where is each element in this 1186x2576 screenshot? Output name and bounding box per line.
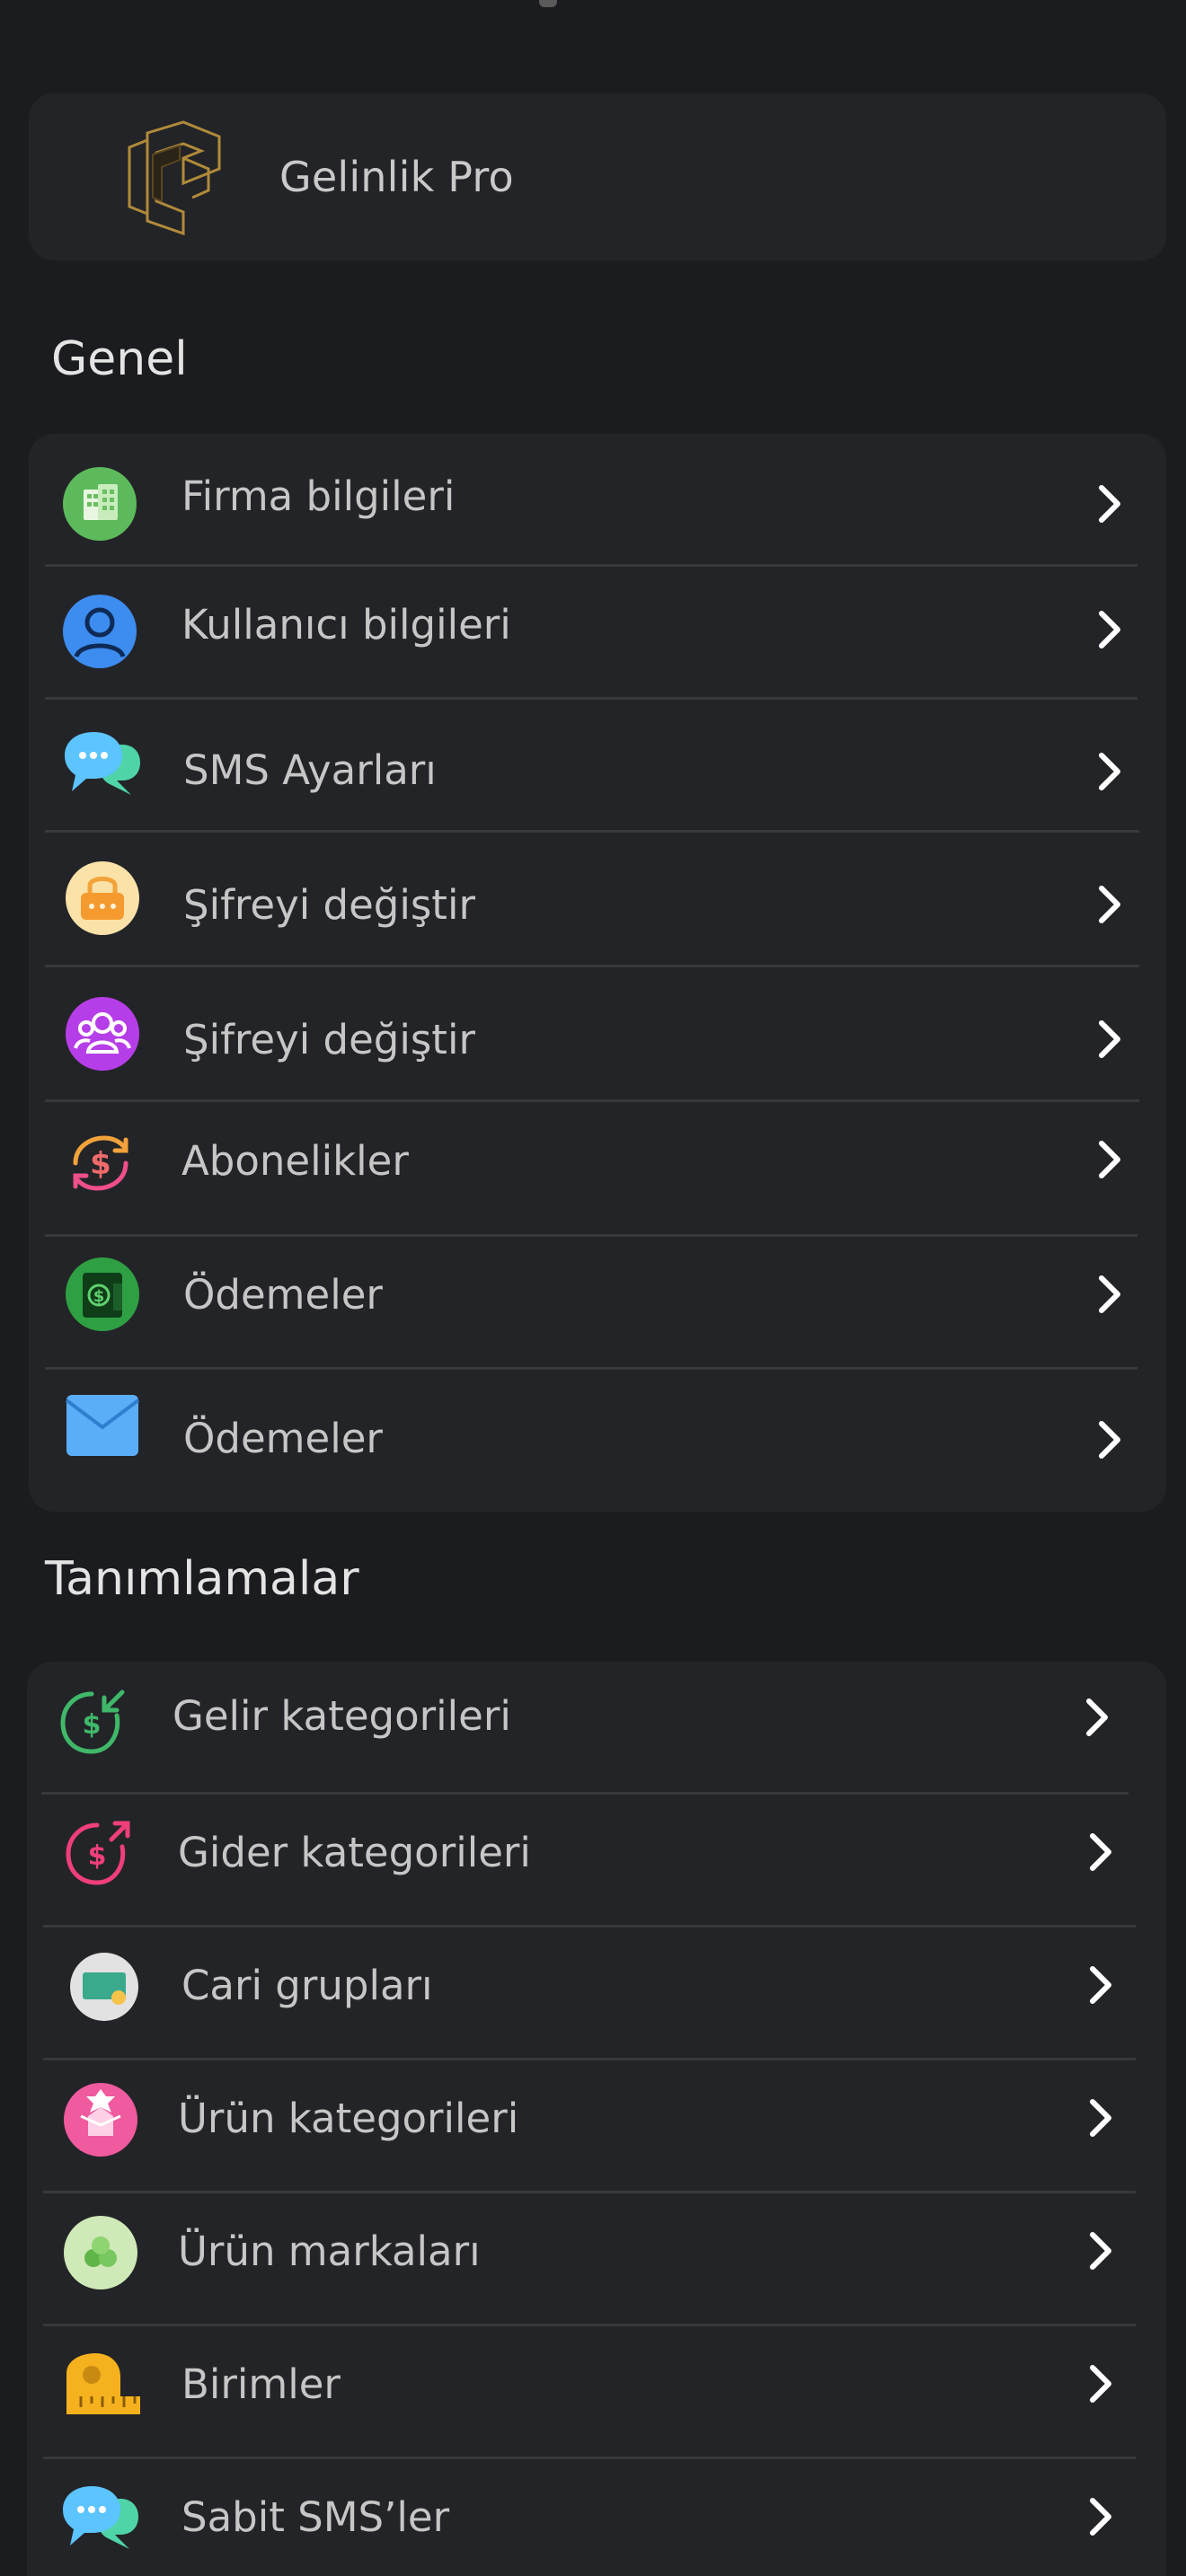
- income-icon: $: [60, 1689, 125, 1754]
- menu-item-change-password[interactable]: Şifreyi değiştir: [29, 834, 1166, 967]
- status-indicator: [539, 0, 557, 7]
- menu-item-product-categories[interactable]: Ürün kategorileri: [27, 2060, 1166, 2193]
- menu-item-label: Abonelikler: [181, 1137, 409, 1185]
- expense-icon: $: [66, 1821, 130, 1885]
- menu-item-payments[interactable]: $ Ödemeler: [29, 1237, 1166, 1370]
- mail-icon: [65, 1395, 140, 1456]
- menu-item-user-info[interactable]: Kullanıcı bilgileri: [29, 567, 1166, 700]
- svg-text:$: $: [83, 1709, 102, 1741]
- svg-text:$: $: [88, 1840, 107, 1872]
- users-icon: [66, 997, 139, 1071]
- brand-icon: [64, 2216, 137, 2289]
- svg-text:$: $: [93, 1287, 105, 1306]
- menu-item-label: Ödemeler: [183, 1415, 383, 1462]
- chevron-right-icon: [1090, 1966, 1111, 2004]
- general-settings-card: Firma bilgileri Kullanıcı bilgileri SMS …: [29, 434, 1166, 1512]
- chevron-right-icon: [1099, 485, 1120, 523]
- section-title-genel: Genel: [51, 332, 188, 386]
- menu-item-label: SMS Ayarları: [183, 746, 437, 794]
- chevron-right-icon: [1086, 1698, 1108, 1736]
- menu-item-subscriptions[interactable]: $ Abonelikler: [29, 1104, 1166, 1237]
- menu-item-label: Cari grupları: [181, 1962, 433, 2009]
- chevron-right-icon: [1099, 886, 1120, 923]
- menu-item-label: Gelir kategorileri: [173, 1692, 511, 1740]
- measure-tape-icon: [66, 2353, 140, 2414]
- card-icon: [70, 1953, 138, 2021]
- svg-text:$: $: [90, 1146, 111, 1182]
- menu-item-label: Şifreyi değiştir: [183, 881, 475, 929]
- chevron-right-icon: [1099, 611, 1120, 648]
- menu-item-label: Ürün markaları: [178, 2228, 481, 2275]
- chevron-right-icon: [1099, 753, 1120, 790]
- chevron-right-icon: [1090, 2365, 1111, 2403]
- menu-item-label: Kullanıcı bilgileri: [181, 601, 511, 648]
- chevron-right-icon: [1090, 2099, 1111, 2137]
- menu-item-sms-settings[interactable]: SMS Ayarları: [29, 700, 1166, 833]
- menu-item-label: Gider kategorileri: [178, 1829, 531, 1876]
- menu-item-fixed-sms[interactable]: Sabit SMS’ler: [27, 2459, 1166, 2576]
- chevron-right-icon: [1099, 1275, 1120, 1313]
- menu-item-account-groups[interactable]: Cari grupları: [27, 1928, 1166, 2060]
- menu-item-payments-mail[interactable]: Ödemeler: [29, 1370, 1166, 1512]
- menu-item-company-info[interactable]: Firma bilgileri: [29, 434, 1166, 567]
- menu-item-label: Ödemeler: [183, 1271, 383, 1319]
- definitions-card: $ Gelir kategorileri $ Gider kategoriler…: [27, 1662, 1166, 2576]
- menu-item-expense-categories[interactable]: $ Gider kategorileri: [27, 1795, 1166, 1928]
- chevron-right-icon: [1090, 1833, 1111, 1871]
- chevron-right-icon: [1090, 2232, 1111, 2270]
- building-icon: [63, 467, 137, 541]
- user-icon: [63, 595, 137, 668]
- chat-bubble-icon: [63, 2486, 138, 2549]
- menu-item-units[interactable]: Birimler: [27, 2326, 1166, 2459]
- subscription-icon: $: [73, 1135, 128, 1191]
- divider: [45, 830, 1139, 833]
- menu-item-label: Sabit SMS’ler: [181, 2493, 450, 2541]
- gift-box-icon: [64, 2083, 137, 2157]
- menu-item-label: Ürün kategorileri: [178, 2095, 519, 2142]
- chevron-right-icon: [1099, 1141, 1120, 1178]
- brand-card[interactable]: Gelinlik Pro: [29, 93, 1166, 260]
- menu-item-income-categories[interactable]: $ Gelir kategorileri: [27, 1662, 1166, 1795]
- section-title-tanimlamalar: Tanımlamalar: [45, 1552, 359, 1606]
- divider: [45, 965, 1139, 967]
- menu-item-change-password-users[interactable]: Şifreyi değiştir: [29, 969, 1166, 1102]
- divider: [45, 1099, 1139, 1102]
- menu-item-product-brands[interactable]: Ürün markaları: [27, 2193, 1166, 2326]
- chat-bubble-icon: [65, 732, 140, 795]
- menu-item-label: Birimler: [181, 2360, 341, 2408]
- menu-item-label: Firma bilgileri: [181, 472, 456, 520]
- chevron-right-icon: [1090, 2498, 1111, 2536]
- settings-page: Gelinlik Pro Genel Firma bilgileri Kulla…: [0, 0, 1186, 2576]
- wallet-icon: $: [66, 1257, 139, 1331]
- lock-icon: [66, 861, 139, 935]
- menu-item-label: Şifreyi değiştir: [183, 1016, 475, 1063]
- brand-name: Gelinlik Pro: [279, 153, 514, 201]
- chevron-right-icon: [1099, 1421, 1120, 1459]
- brand-logo-icon: [128, 120, 221, 236]
- chevron-right-icon: [1099, 1020, 1120, 1058]
